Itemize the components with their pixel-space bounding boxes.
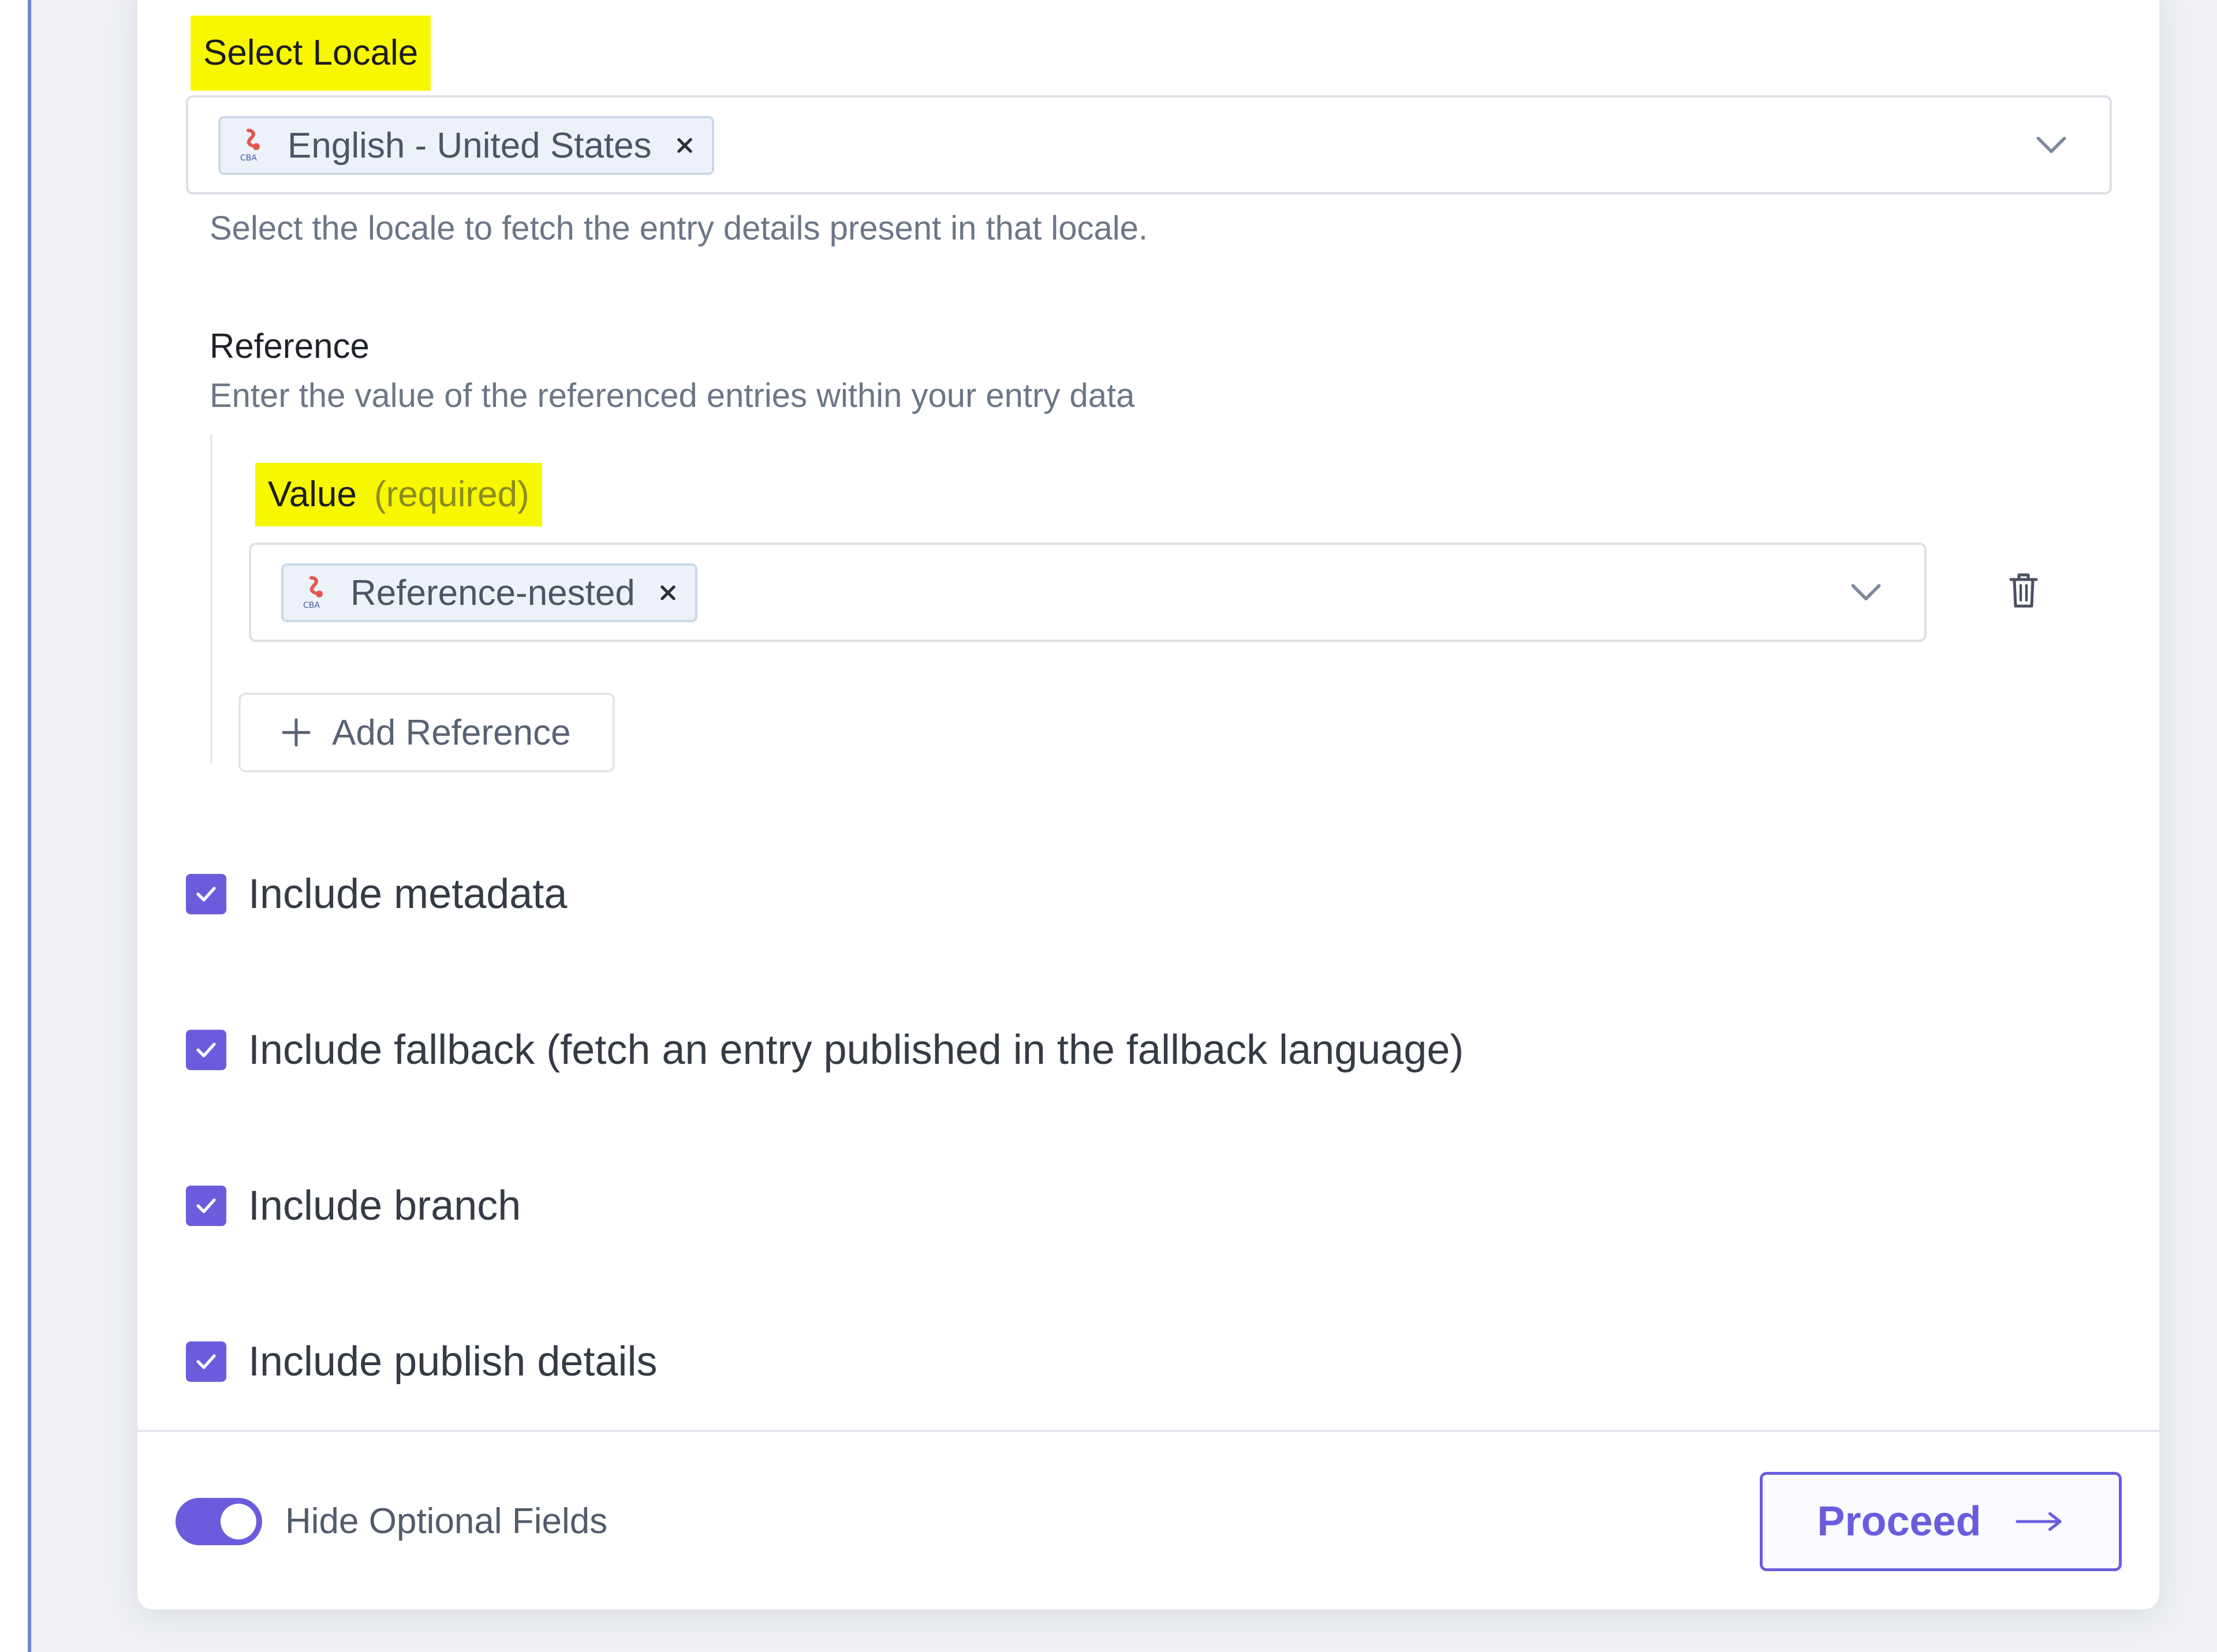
checkbox-include-fallback[interactable]	[186, 1030, 226, 1070]
option-label: Include publish details	[248, 1339, 658, 1385]
reference-tag-icon: CBA	[303, 576, 323, 610]
locale-tag-remove-icon[interactable]	[675, 136, 695, 155]
svg-text:CBA: CBA	[303, 601, 320, 610]
footer-divider	[137, 1430, 2159, 1432]
option-label: Include branch	[248, 1183, 521, 1229]
reference-tag: CBA Reference-nested	[281, 563, 697, 622]
locale-tag: CBA English - United States	[218, 116, 714, 175]
chevron-down-icon[interactable]	[1849, 582, 1883, 602]
check-icon	[196, 1042, 216, 1057]
option-include-fallback[interactable]: Include fallback (fetch an entry publish…	[186, 1026, 1464, 1074]
reference-tag-remove-icon[interactable]	[658, 583, 678, 603]
check-icon	[196, 887, 216, 902]
reference-title: Reference	[210, 327, 370, 365]
reference-value-select[interactable]: CBA Reference-nested	[249, 543, 1927, 642]
toggle-knob	[221, 1504, 256, 1539]
locale-select[interactable]: CBA English - United States	[186, 95, 2112, 195]
check-icon	[196, 1198, 216, 1213]
chevron-down-icon[interactable]	[2035, 135, 2068, 155]
reference-value-label: Value (required)	[255, 463, 542, 526]
check-icon	[196, 1354, 216, 1369]
reference-tag-label: Reference-nested	[350, 573, 635, 613]
add-reference-button[interactable]: Add Reference	[238, 693, 615, 772]
locale-tag-label: English - United States	[288, 125, 652, 166]
checkbox-include-branch[interactable]	[186, 1186, 226, 1226]
plus-icon	[282, 718, 311, 747]
option-include-publish-details[interactable]: Include publish details	[186, 1338, 657, 1385]
reference-nest-line	[210, 434, 212, 763]
add-reference-label: Add Reference	[332, 712, 571, 753]
option-include-branch[interactable]: Include branch	[186, 1182, 521, 1229]
locale-help-text: Select the locale to fetch the entry det…	[210, 210, 1148, 247]
required-indicator: (required)	[374, 474, 529, 514]
option-include-metadata[interactable]: Include metadata	[186, 870, 567, 918]
trash-icon[interactable]	[2007, 571, 2040, 610]
hide-optional-fields-label: Hide Optional Fields	[285, 1501, 608, 1541]
hide-optional-fields-toggle[interactable]	[176, 1498, 262, 1545]
reference-help-text: Enter the value of the referenced entrie…	[210, 377, 1135, 414]
locale-flag-icon: CBA	[240, 129, 260, 163]
proceed-button[interactable]: Proceed	[1760, 1472, 2122, 1571]
checkbox-include-metadata[interactable]	[186, 874, 226, 914]
checkbox-include-publish-details[interactable]	[186, 1341, 226, 1382]
select-locale-label: Select Locale	[191, 16, 431, 91]
option-label: Include fallback (fetch an entry publish…	[248, 1027, 1464, 1073]
option-label: Include metadata	[248, 871, 568, 917]
select-locale-label-text: Select Locale	[203, 33, 419, 73]
proceed-label: Proceed	[1817, 1498, 1981, 1545]
left-rail	[0, 0, 31, 1652]
arrow-right-icon	[2015, 1512, 2062, 1531]
svg-text:CBA: CBA	[240, 154, 257, 163]
form-panel: Select Locale CBA English - United State…	[137, 0, 2159, 1609]
reference-value-label-text: Value	[268, 474, 357, 514]
